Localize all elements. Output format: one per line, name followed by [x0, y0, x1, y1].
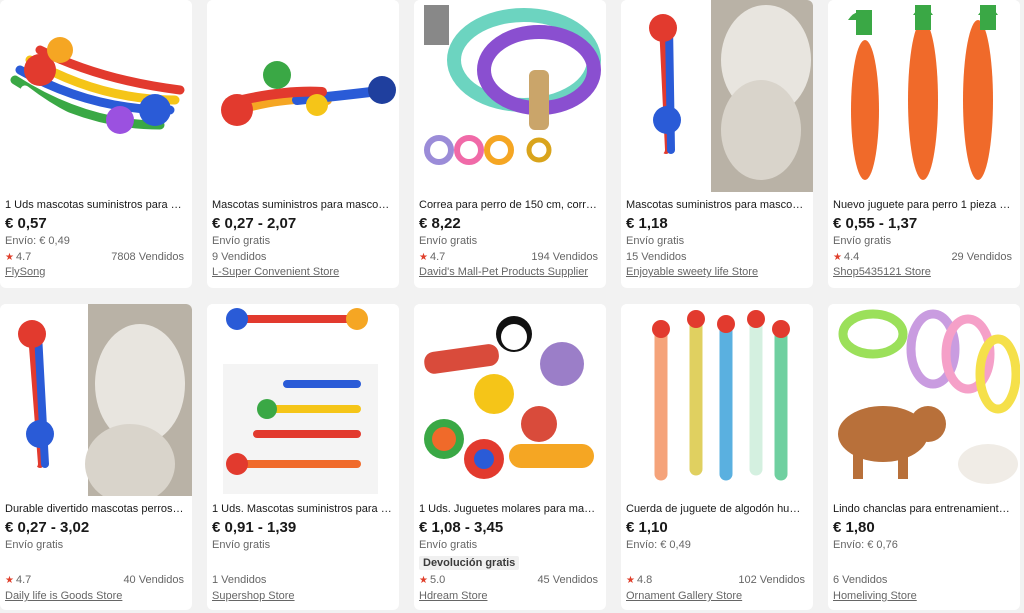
product-card[interactable]: Cuerda de juguete de algodón hueso para …: [621, 304, 813, 610]
product-card[interactable]: 1 Uds. Mascotas suministros para mascota…: [207, 304, 399, 610]
shipping-info: Envío gratis: [833, 235, 892, 247]
product-title[interactable]: Mascotas suministros para mascotas perro…: [626, 198, 806, 212]
free-return-badge: Devolución gratis: [419, 556, 520, 570]
rating-value: 4.7: [429, 251, 446, 263]
store-link[interactable]: Homeliving Store: [833, 590, 1015, 602]
store-link[interactable]: Supershop Store: [212, 590, 394, 602]
product-image[interactable]: [828, 304, 1020, 496]
store-link[interactable]: Hdream Store: [419, 590, 601, 602]
sold-count: 29 Vendidos: [951, 251, 1012, 263]
star-icon: ★: [5, 252, 14, 263]
product-card[interactable]: Mascotas suministros para mascotas perro…: [621, 0, 813, 288]
product-price: € 1,10: [626, 519, 668, 536]
shipping-info: Envío: € 0,49: [626, 539, 691, 551]
product-price: € 0,57: [5, 215, 47, 232]
product-card[interactable]: Lindo chanclas para entrenamiento de per…: [828, 304, 1020, 610]
store-link[interactable]: Enjoyable sweety life Store: [626, 266, 808, 278]
product-title[interactable]: Mascotas suministros para mascotas perro…: [212, 198, 392, 212]
sold-count: 194 Vendidos: [531, 251, 598, 263]
shipping-info: Envío gratis: [419, 539, 478, 551]
product-card[interactable]: Nuevo juguete para perro 1 pieza Juguete…: [828, 0, 1020, 288]
product-price: € 0,27 - 3,02: [5, 519, 90, 536]
star-icon: ★: [833, 252, 842, 263]
product-rating: ★ 4.4: [833, 251, 859, 263]
product-title[interactable]: 1 Uds. Juguetes molares para mascotas pe…: [419, 502, 599, 516]
product-image[interactable]: [0, 304, 192, 496]
shipping-info: Envío: € 0,49: [5, 235, 70, 247]
store-link[interactable]: FlySong: [5, 266, 187, 278]
rating-value: 4.8: [636, 574, 653, 586]
rating-value: 5.0: [429, 574, 446, 586]
product-image[interactable]: [414, 304, 606, 496]
product-title[interactable]: Cuerda de juguete de algodón hueso para …: [626, 502, 806, 516]
product-image[interactable]: [0, 0, 192, 192]
product-image[interactable]: [621, 0, 813, 192]
store-link[interactable]: David's Mall-Pet Products Supplier: [419, 266, 601, 278]
product-title[interactable]: 1 Uds. Mascotas suministros para mascota…: [212, 502, 392, 516]
sold-count: 40 Vendidos: [123, 574, 184, 586]
product-price: € 8,22: [419, 215, 461, 232]
shipping-info: Envío gratis: [212, 235, 271, 247]
product-price: € 1,08 - 3,45: [419, 519, 504, 536]
product-title[interactable]: Correa para perro de 150 cm, correa de c…: [419, 198, 599, 212]
sold-count: 15 Vendidos: [626, 251, 687, 263]
store-link[interactable]: Shop5435121 Store: [833, 266, 1015, 278]
store-link[interactable]: L-Super Convenient Store: [212, 266, 394, 278]
sold-count: 102 Vendidos: [738, 574, 805, 586]
product-price: € 1,80: [833, 519, 875, 536]
product-image[interactable]: [828, 0, 1020, 192]
product-image[interactable]: [414, 0, 606, 192]
sold-count: 1 Vendidos: [212, 574, 267, 586]
product-image[interactable]: [207, 0, 399, 192]
sold-count: 9 Vendidos: [212, 251, 267, 263]
star-icon: ★: [419, 575, 428, 586]
product-image[interactable]: [207, 304, 399, 496]
sold-count: 7808 Vendidos: [111, 251, 184, 263]
product-card[interactable]: Correa para perro de 150 cm, correa de c…: [414, 0, 606, 288]
store-link[interactable]: Ornament Gallery Store: [626, 590, 808, 602]
store-link[interactable]: Daily life is Goods Store: [5, 590, 187, 602]
product-price: € 1,18: [626, 215, 668, 232]
product-rating: ★ 4.7: [5, 251, 31, 263]
product-price: € 0,91 - 1,39: [212, 519, 297, 536]
product-title[interactable]: Lindo chanclas para entrenamiento de per…: [833, 502, 1013, 516]
product-rating: ★ 5.0: [419, 574, 445, 586]
product-title[interactable]: 1 Uds mascotas suministros para mascotas…: [5, 198, 185, 212]
sold-count: 6 Vendidos: [833, 574, 888, 586]
product-title[interactable]: Nuevo juguete para perro 1 pieza Juguete: [833, 198, 1013, 212]
rating-value: 4.7: [15, 251, 32, 263]
shipping-info: Envío gratis: [212, 539, 271, 551]
product-price: € 0,27 - 2,07: [212, 215, 297, 232]
shipping-info: Envío gratis: [626, 235, 685, 247]
product-grid: 1 Uds mascotas suministros para mascotas…: [0, 0, 1024, 613]
sold-count: 45 Vendidos: [537, 574, 598, 586]
shipping-info: Envío gratis: [419, 235, 478, 247]
product-card[interactable]: 1 Uds mascotas suministros para mascotas…: [0, 0, 192, 288]
product-card[interactable]: Mascotas suministros para mascotas perro…: [207, 0, 399, 288]
product-title[interactable]: Durable divertido mascotas perros cachor…: [5, 502, 185, 516]
product-card[interactable]: Durable divertido mascotas perros cachor…: [0, 304, 192, 610]
product-rating: ★ 4.7: [5, 574, 31, 586]
star-icon: ★: [626, 575, 635, 586]
product-rating: ★ 4.8: [626, 574, 652, 586]
rating-value: 4.7: [15, 574, 32, 586]
product-price: € 0,55 - 1,37: [833, 215, 918, 232]
product-card[interactable]: 1 Uds. Juguetes molares para mascotas pe…: [414, 304, 606, 610]
star-icon: ★: [5, 575, 14, 586]
shipping-info: Envío: € 0,76: [833, 539, 898, 551]
product-rating: ★ 4.7: [419, 251, 445, 263]
rating-value: 4.4: [843, 251, 860, 263]
product-image[interactable]: [621, 304, 813, 496]
shipping-info: Envío gratis: [5, 539, 64, 551]
star-icon: ★: [419, 252, 428, 263]
